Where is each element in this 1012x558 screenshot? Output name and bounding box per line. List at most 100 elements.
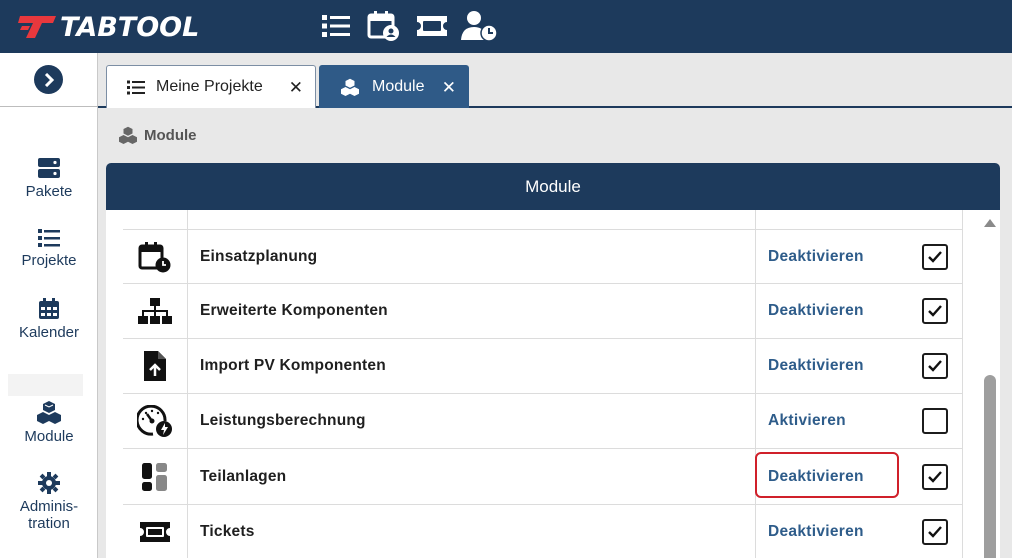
breadcrumb-label: Module [144, 126, 197, 144]
checkmark-icon [928, 251, 942, 263]
checkmark-icon [928, 526, 942, 538]
table-row: Erweiterte Komponenten Deaktivieren [123, 284, 963, 339]
sidebar-spacer [8, 374, 83, 396]
module-checkbox[interactable] [922, 298, 948, 324]
list-icon [127, 80, 145, 95]
row-border [962, 394, 963, 448]
ticket-icon [140, 522, 170, 542]
cell-icon [123, 505, 188, 558]
top-projects-button[interactable] [316, 9, 356, 43]
user-clock-icon [461, 11, 498, 42]
logo-mark-icon [18, 16, 56, 38]
tab-label: Module [372, 78, 425, 95]
cell-icon [123, 339, 188, 393]
list-icon [38, 229, 60, 247]
tab-close-button[interactable]: ✕ [442, 78, 456, 98]
sidebar-item-administration[interactable]: Adminis- tration [0, 472, 98, 532]
sidebar-item-label-line2: tration [28, 515, 70, 532]
tab-module[interactable]: Module ✕ [319, 65, 469, 108]
cell-divider [755, 449, 756, 504]
checkmark-icon [928, 360, 942, 372]
sidebar-item-label: Adminis- [19, 498, 79, 515]
module-toggle-link[interactable]: Deaktivieren [768, 449, 864, 504]
cubes-icon [118, 126, 138, 144]
gauge-bolt-icon [137, 405, 172, 437]
top-planning-button[interactable] [364, 9, 404, 43]
sidebar-item-module[interactable]: Module [0, 400, 98, 445]
tab-bar: Meine Projekte ✕ Module ✕ [98, 53, 1012, 108]
list-icon [322, 15, 350, 37]
sidebar-item-label: Pakete [25, 183, 73, 200]
top-tickets-button[interactable] [412, 9, 452, 43]
module-name: Einsatzplanung [200, 247, 318, 265]
cell-icon [123, 210, 188, 229]
checkmark-icon [928, 305, 942, 317]
module-toggle-link[interactable]: Aktivieren [768, 394, 846, 448]
module-name: Tickets [200, 523, 255, 540]
table-row: Leistungsberechnung Aktivieren [123, 394, 963, 449]
module-toggle-link[interactable]: Deaktivieren [768, 230, 864, 283]
cell-icon [123, 449, 188, 504]
calendar-icon [39, 298, 59, 319]
tab-label: Meine Projekte [156, 78, 263, 95]
scrollbar-thumb[interactable] [984, 375, 996, 558]
module-name: Erweiterte Komponenten [200, 302, 388, 319]
module-toggle-link[interactable]: Deaktivieren [768, 284, 864, 338]
cubes-icon [340, 78, 360, 96]
row-border [962, 210, 963, 229]
calendar-clock-icon [138, 241, 171, 272]
app-logo[interactable]: TABTOOL [18, 11, 200, 43]
top-bar: TABTOOL [0, 0, 1012, 53]
sidebar-toggle-zone [0, 53, 98, 107]
module-checkbox[interactable] [922, 408, 948, 434]
row-border [962, 230, 963, 283]
cell-icon [123, 230, 188, 283]
scroll-up-arrow[interactable] [984, 219, 996, 227]
module-name: Teilanlagen [200, 467, 287, 485]
row-border [962, 505, 963, 558]
module-toggle-link[interactable]: Deaktivieren [768, 339, 864, 393]
row-border [962, 449, 963, 504]
cell-divider [755, 230, 756, 283]
table-row: Tickets Deaktivieren [123, 505, 963, 558]
tab-meine-projekte[interactable]: Meine Projekte ✕ [106, 65, 316, 108]
cell-divider [755, 284, 756, 338]
sitemap-icon [138, 298, 172, 324]
cell-divider [755, 394, 756, 448]
sidebar-item-label: Kalender [18, 324, 80, 341]
table-row: Import PV Komponenten Deaktivieren [123, 339, 963, 394]
module-name: Import PV Komponenten [200, 357, 386, 374]
sidebar-item-pakete[interactable]: Pakete [0, 157, 98, 200]
sidebar-item-label: Module [24, 428, 74, 445]
module-checkbox[interactable] [922, 464, 948, 490]
sidebar-item-projekte[interactable]: Projekte [0, 228, 98, 269]
row-border [962, 284, 963, 338]
file-upload-icon [144, 351, 166, 381]
top-toolbar [316, 9, 508, 43]
modules-panel: Module Einsatzplanung Deaktivieren Erwei… [106, 163, 1000, 558]
table-row: Einsatzplanung Deaktivieren [123, 230, 963, 284]
cell-icon [123, 394, 188, 448]
cell-divider [755, 210, 756, 229]
logo-text: TABTOOL [60, 11, 200, 43]
cubes-icon [37, 401, 61, 424]
tab-close-button[interactable]: ✕ [289, 78, 303, 98]
sidebar-toggle-button[interactable] [34, 65, 63, 94]
module-checkbox[interactable] [922, 519, 948, 545]
module-checkbox[interactable] [922, 244, 948, 270]
sidebar-item-kalender[interactable]: Kalender [0, 298, 98, 341]
checkmark-icon [928, 471, 942, 483]
table-row-partial [123, 210, 963, 230]
top-time-button[interactable] [460, 9, 500, 43]
row-border [962, 339, 963, 393]
cell-divider [755, 339, 756, 393]
sidebar-item-label: Projekte [21, 252, 77, 269]
cell-divider [755, 505, 756, 558]
module-toggle-link[interactable]: Deaktivieren [768, 505, 864, 558]
blocks-icon [142, 462, 167, 491]
module-checkbox[interactable] [922, 353, 948, 379]
module-name: Leistungsberechnung [200, 412, 366, 429]
cell-icon [123, 284, 188, 338]
chevron-right-icon [44, 72, 54, 87]
gear-icon [38, 472, 60, 494]
